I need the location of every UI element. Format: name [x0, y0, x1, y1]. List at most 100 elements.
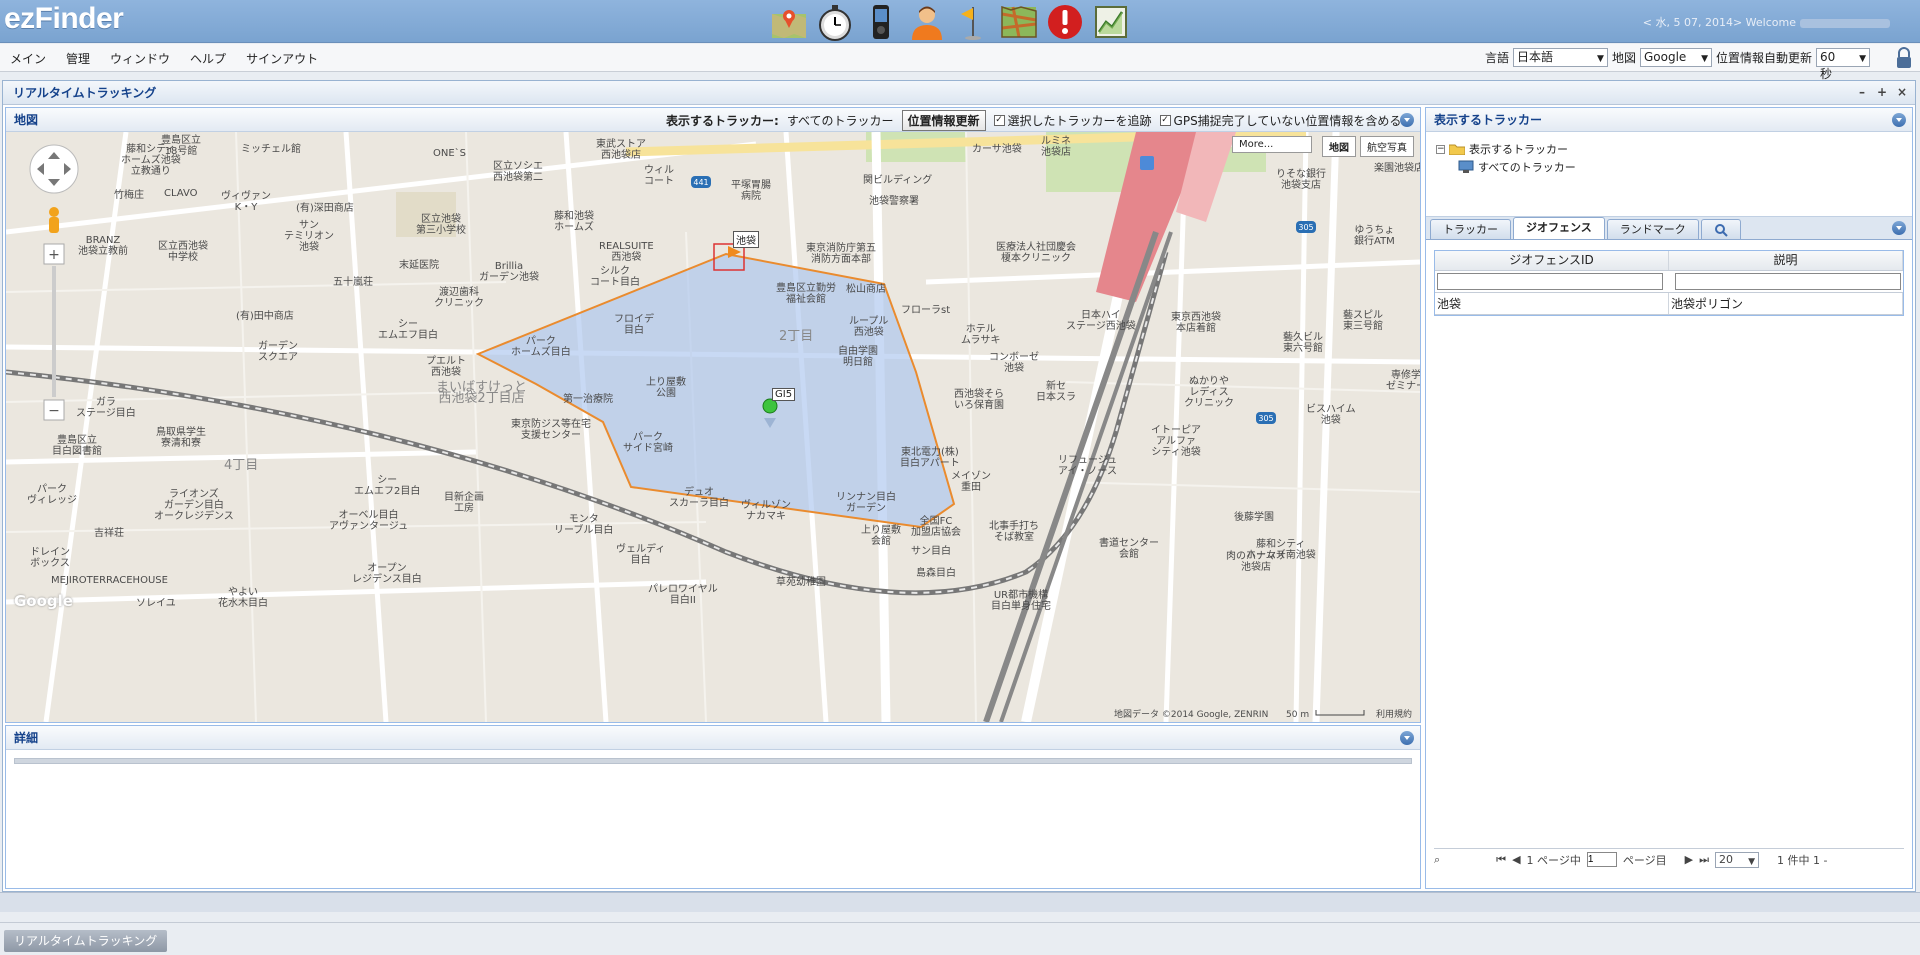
map-place-label: CLAVO	[164, 188, 198, 199]
map-place-label: UR都市機構 目白単身住宅	[991, 590, 1051, 612]
tree-expand-icon[interactable]: −	[1436, 144, 1445, 154]
svg-text:441: 441	[693, 178, 708, 187]
map-place-label: 4丁目	[224, 458, 259, 473]
map-place-label: 渡辺歯科 クリニック	[434, 287, 484, 309]
follow-tracker-checkbox[interactable]: ✓ 選択したトラッカーを追跡	[993, 112, 1152, 129]
user-icon[interactable]	[906, 0, 948, 43]
map-place-label: 松山商店	[846, 284, 886, 295]
tab-landmark[interactable]: ランドマーク	[1606, 219, 1699, 239]
table-row[interactable]: 池袋 池袋ポリゴン	[1435, 293, 1903, 315]
collapse-icon[interactable]	[1400, 731, 1414, 745]
map-place-label: パレロワイヤル 目白II	[648, 584, 718, 606]
map-type-map-button[interactable]: 地図	[1322, 136, 1356, 157]
map-place-label: まいばすけっと 西池袋2丁目店	[436, 380, 528, 406]
menu-item-signout[interactable]: サインアウト	[236, 50, 328, 67]
map-place-label: 区立西池袋 中学校	[158, 241, 208, 263]
update-location-button[interactable]: 位置情報更新	[901, 110, 986, 131]
map-place-label: パーク ヴィレッジ	[27, 484, 77, 506]
map-place-label: ガーデン スクエア	[258, 341, 298, 363]
geofence-label: 池袋	[733, 231, 759, 248]
map-place-label: 豊島区立勤労 福祉会館	[776, 283, 836, 305]
map-place-label: 第一治療院	[563, 394, 613, 405]
tracker-name-label[interactable]: GI5	[772, 388, 796, 401]
include-gps-checkbox[interactable]: ✓ GPS捕捉完了していない位置情報を含める	[1159, 112, 1401, 129]
collapse-icon[interactable]	[1892, 113, 1906, 127]
column-geofence-id[interactable]: ジオフェンスID	[1435, 251, 1669, 270]
tab-search[interactable]	[1700, 219, 1741, 239]
route-map-icon[interactable]	[998, 0, 1040, 43]
taskbar-realtime-tracking[interactable]: リアルタイムトラッキング	[4, 930, 168, 952]
tracker-filter-value[interactable]: すべてのトラッカー	[787, 112, 894, 129]
map-canvas[interactable]: 441 305 305 + − 豊島区立 18号館 ミッチェル館 藤和シティ ホ…	[6, 132, 1420, 722]
menu-item-admin[interactable]: 管理	[56, 50, 100, 67]
map-place-label: 後藤学園	[1234, 512, 1274, 523]
device-icon[interactable]	[860, 0, 902, 43]
tab-geofence[interactable]: ジオフェンス	[1513, 217, 1605, 239]
first-page-icon[interactable]: ⏮	[1496, 853, 1506, 867]
menu-item-window[interactable]: ウィンドウ	[100, 50, 180, 67]
prev-page-icon[interactable]: ◀	[1512, 853, 1520, 866]
map-terms-link[interactable]: 利用規約	[1376, 710, 1412, 721]
next-page-icon[interactable]: ▶	[1685, 853, 1693, 866]
report-icon[interactable]	[1090, 0, 1132, 43]
maximize-icon[interactable]: +	[1875, 86, 1889, 100]
checkbox-checked-icon[interactable]: ✓	[993, 115, 1005, 126]
tracker-panel-title: 表示するトラッカー	[1434, 113, 1543, 127]
last-page-icon[interactable]: ⏭	[1699, 853, 1709, 867]
svg-text:−: −	[48, 403, 60, 419]
map-graphic: 441 305 305 + −	[6, 132, 1420, 722]
menu-item-main[interactable]: メイン	[0, 50, 56, 67]
map-type-satellite-button[interactable]: 航空写真	[1360, 136, 1414, 157]
window-title: リアルタイムトラッキング	[3, 81, 1915, 105]
menu-item-help[interactable]: ヘルプ	[180, 50, 236, 67]
window-controls: – + ×	[1855, 86, 1909, 100]
minimize-icon[interactable]: –	[1855, 86, 1869, 100]
collapse-icon[interactable]	[1892, 221, 1906, 235]
map-place-label: 竹梅庄	[114, 190, 144, 201]
checkbox-checked-icon[interactable]: ✓	[1159, 115, 1171, 126]
pager-refresh-icon[interactable]: ⌕	[1434, 853, 1440, 867]
map-place-label: 吉祥荘	[94, 528, 124, 539]
map-place-label: 東京西池袋 本店着館	[1171, 312, 1221, 334]
tree-root[interactable]: − 表示するトラッカー	[1436, 140, 1902, 158]
map-provider-select[interactable]: Google	[1639, 48, 1712, 68]
tracker-filter-label: 表示するトラッカー:	[666, 114, 779, 128]
page-number-input[interactable]	[1586, 852, 1617, 867]
alert-icon[interactable]	[1044, 0, 1086, 43]
collapse-icon[interactable]	[1400, 113, 1414, 127]
lock-icon[interactable]	[1894, 47, 1914, 69]
tree-root-label: 表示するトラッカー	[1469, 143, 1568, 156]
map-more-button[interactable]: More...	[1232, 136, 1312, 153]
map-attribution: 地図データ ©2014 Google, ZENRIN	[1114, 710, 1269, 720]
filter-description-input[interactable]	[1675, 273, 1901, 290]
map-place-label: 全国FC 加盟店協会	[911, 516, 961, 538]
flag-icon[interactable]	[952, 0, 994, 43]
map-place-label: ぬかりや レディス クリニック	[1184, 376, 1234, 409]
map-tracker-icon[interactable]	[768, 0, 810, 43]
auto-refresh-select[interactable]: 60 秒	[1816, 48, 1870, 81]
column-description[interactable]: 説明	[1669, 251, 1903, 270]
map-place-label: ヴィヴァン K・Y	[221, 191, 271, 213]
map-panel-title: 地図	[14, 113, 39, 127]
page-size-select[interactable]: 20	[1714, 851, 1759, 869]
ezfinder-logo[interactable]: ezFinder	[4, 2, 124, 36]
detail-progress-bar	[14, 758, 1412, 764]
geofence-grid: ジオフェンスID 説明 池袋 池袋ポリゴン	[1434, 250, 1904, 316]
map-place-label: ホテル ムラサキ	[961, 324, 1001, 346]
language-select[interactable]: 日本語	[1512, 48, 1608, 68]
stopwatch-icon[interactable]	[814, 0, 856, 43]
close-icon[interactable]: ×	[1895, 86, 1909, 100]
map-place-label: (有)田中商店	[236, 311, 294, 322]
map-place-label: 西池袋そら いろ保育園	[954, 389, 1004, 411]
tree-item-all-trackers[interactable]: すべてのトラッカー	[1436, 158, 1902, 176]
filter-geofence-id-input[interactable]	[1437, 273, 1663, 290]
tab-trackers[interactable]: トラッカー	[1430, 219, 1511, 239]
map-place-label: ヴィルゾン ナカマキ	[741, 500, 791, 522]
map-place-label: 2丁目	[779, 329, 814, 344]
map-place-label: 池袋警察署	[869, 196, 919, 207]
map-place-label: 関ビルディング	[863, 175, 933, 186]
map-place-label: 区立池袋 第三小学校	[416, 214, 466, 236]
settings-bar: 言語 日本語 地図 Google 位置情報自動更新 60 秒	[1485, 48, 1870, 81]
map-place-label: 北事手打ち そば教室	[989, 521, 1039, 543]
follow-tracker-label: 選択したトラッカーを追跡	[1007, 114, 1152, 128]
